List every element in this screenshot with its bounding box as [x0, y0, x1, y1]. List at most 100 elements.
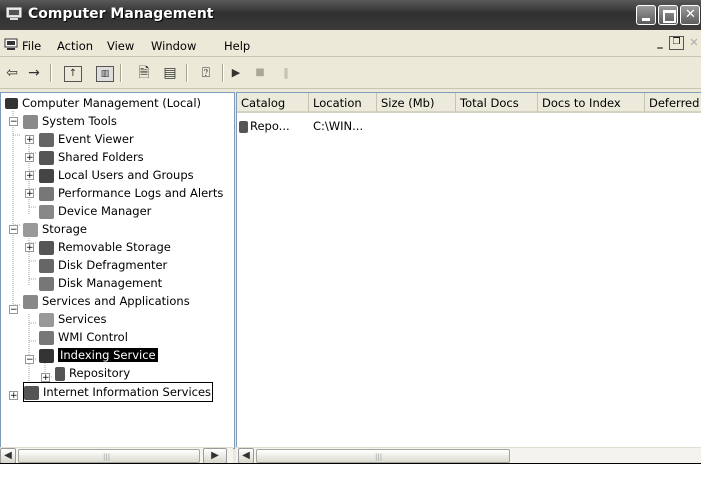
- cell-text: Repo...: [250, 119, 290, 133]
- menu-window[interactable]: Window: [151, 39, 196, 53]
- computer-icon: [5, 98, 18, 109]
- column-header-location[interactable]: Location: [309, 93, 377, 113]
- services-apps-icon: [23, 294, 38, 309]
- catalog-icon: [55, 366, 65, 381]
- menu-bar: File Action View Window Help _ ❐ ✕: [0, 34, 701, 57]
- collapse-system-tools[interactable]: −: [9, 117, 18, 127]
- start-icon[interactable]: ▶: [226, 64, 246, 82]
- child-restore-button[interactable]: ❐: [669, 36, 684, 50]
- tree-node-perf-logs[interactable]: Performance Logs and Alerts: [39, 184, 223, 202]
- table-cell-location: C:\WIN...: [313, 119, 364, 133]
- wmi-icon: [39, 330, 54, 345]
- collapse-storage[interactable]: −: [9, 225, 18, 235]
- tree-node-label: Repository: [69, 366, 131, 380]
- expand-local-users[interactable]: +: [25, 171, 34, 181]
- console-tree[interactable]: Computer Management (Local) − System Too…: [0, 92, 235, 449]
- collapse-indexing-service[interactable]: −: [25, 355, 34, 365]
- column-header-size[interactable]: Size (Mb): [377, 93, 456, 113]
- tree-horizontal-scrollbar[interactable]: ◀ ||| ▶: [0, 447, 233, 463]
- child-close-button[interactable]: ✕: [686, 36, 701, 52]
- scrollbar-grip-icon: |||: [375, 453, 383, 461]
- tree-node-label: WMI Control: [58, 330, 128, 344]
- tree-node-label: Performance Logs and Alerts: [58, 186, 224, 200]
- storage-icon: [23, 222, 38, 237]
- shared-folders-icon: [39, 150, 54, 165]
- column-header-deferred[interactable]: Deferred: [645, 93, 701, 113]
- tree-node-root[interactable]: Computer Management (Local): [5, 94, 201, 112]
- title-bar[interactable]: Computer Management: [0, 0, 701, 30]
- menu-file[interactable]: File: [22, 39, 41, 53]
- tree-node-label: Disk Defragmenter: [58, 258, 168, 272]
- forward-arrow-icon[interactable]: →: [24, 64, 44, 82]
- expand-event-viewer[interactable]: +: [25, 135, 34, 145]
- defragmenter-icon: [39, 258, 54, 273]
- column-header-catalog[interactable]: Catalog: [237, 93, 309, 113]
- collapse-services-apps[interactable]: −: [9, 305, 18, 315]
- tree-node-disk-defragmenter[interactable]: Disk Defragmenter: [39, 256, 167, 274]
- tree-node-event-viewer[interactable]: Event Viewer: [39, 130, 134, 148]
- toolbar: ⇦ → ↑ ▥ 🗎 ▤ ⍰ ▶ ■ ‖: [0, 58, 701, 89]
- menu-help[interactable]: Help: [224, 39, 250, 53]
- tree-node-label: System Tools: [42, 114, 117, 128]
- indexing-service-icon: [39, 348, 54, 363]
- removable-storage-icon: [39, 240, 54, 255]
- properties-icon[interactable]: 🗎: [134, 64, 154, 82]
- help-icon[interactable]: ⍰: [196, 64, 216, 82]
- child-minimize-button[interactable]: _: [652, 36, 668, 52]
- tree-node-label: Removable Storage: [58, 240, 171, 254]
- up-folder-icon[interactable]: ↑: [64, 66, 82, 82]
- show-hide-tree-icon[interactable]: ▥: [96, 66, 114, 82]
- tree-node-wmi-control[interactable]: WMI Control: [39, 328, 128, 346]
- tree-node-system-tools[interactable]: System Tools: [23, 112, 117, 130]
- tree-node-label: Shared Folders: [58, 150, 144, 164]
- column-header-total-docs[interactable]: Total Docs: [456, 93, 538, 113]
- toolbar-separator: [186, 64, 188, 82]
- expand-perf-logs[interactable]: +: [25, 189, 34, 199]
- tree-node-indexing-service[interactable]: Indexing Service: [39, 346, 158, 364]
- tree-node-storage[interactable]: Storage: [23, 220, 87, 238]
- scroll-left-button[interactable]: ◀: [0, 448, 16, 463]
- scroll-left-button[interactable]: ◀: [238, 448, 254, 463]
- maximize-button[interactable]: [658, 5, 678, 25]
- expand-iis[interactable]: +: [9, 391, 18, 401]
- computer-management-window: Computer Management File Action View Win…: [0, 0, 701, 464]
- tree-node-label: Disk Management: [58, 276, 163, 290]
- expand-shared-folders[interactable]: +: [25, 153, 34, 163]
- tree-node-repository[interactable]: Repository: [55, 364, 130, 382]
- menu-view[interactable]: View: [107, 39, 134, 53]
- scrollbar-thumb[interactable]: |||: [18, 449, 200, 463]
- pause-icon[interactable]: ‖: [276, 64, 296, 82]
- tree-node-removable-storage[interactable]: Removable Storage: [39, 238, 171, 256]
- tree-node-disk-management[interactable]: Disk Management: [39, 274, 162, 292]
- expand-removable-storage[interactable]: +: [25, 243, 34, 253]
- tree-node-label: Indexing Service: [58, 348, 158, 362]
- tree-node-services-apps[interactable]: Services and Applications: [23, 292, 190, 310]
- tools-icon: [23, 114, 38, 129]
- scroll-right-button[interactable]: ▶: [203, 448, 227, 463]
- stop-icon[interactable]: ■: [250, 64, 270, 82]
- tree-node-label: Local Users and Groups: [58, 168, 194, 182]
- tree-node-services[interactable]: Services: [39, 310, 107, 328]
- tree-node-device-manager[interactable]: Device Manager: [39, 202, 151, 220]
- export-list-icon[interactable]: ▤: [160, 64, 180, 82]
- column-header-docs-to-index[interactable]: Docs to Index: [538, 93, 645, 113]
- tree-node-local-users[interactable]: Local Users and Groups: [39, 166, 194, 184]
- list-horizontal-scrollbar[interactable]: ◀ |||: [236, 447, 701, 463]
- toolbar-separator: [120, 64, 122, 82]
- minimize-button[interactable]: [636, 5, 656, 25]
- tree-node-label: Device Manager: [58, 204, 152, 218]
- computer-management-icon: [6, 7, 22, 20]
- expand-repository[interactable]: +: [41, 373, 50, 383]
- event-viewer-icon: [39, 132, 54, 147]
- menu-action[interactable]: Action: [57, 39, 93, 53]
- tree-node-shared-folders[interactable]: Shared Folders: [39, 148, 144, 166]
- scrollbar-thumb[interactable]: |||: [256, 449, 510, 463]
- details-list[interactable]: Catalog Location Size (Mb) Total Docs Do…: [236, 92, 701, 449]
- toolbar-separator: [222, 64, 224, 82]
- tree-node-label: Services: [58, 312, 107, 326]
- system-menu-icon[interactable]: [4, 38, 18, 51]
- back-arrow-icon[interactable]: ⇦: [2, 64, 22, 82]
- services-icon: [39, 312, 54, 327]
- close-button[interactable]: [680, 5, 700, 25]
- tree-node-iis[interactable]: Internet Information Services: [23, 382, 214, 402]
